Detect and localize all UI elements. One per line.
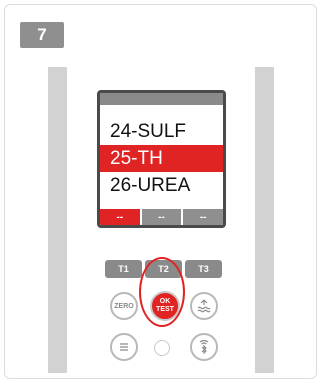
bluetooth-button[interactable] [190, 333, 218, 361]
zero-button[interactable]: ZERO [110, 292, 138, 320]
test-slot-1: -- [100, 209, 140, 225]
device-screen: 24-SULF 25-TH 26-UREA -- -- -- [97, 90, 226, 228]
t1-button[interactable]: T1 [105, 260, 142, 278]
device-left-rail [48, 67, 67, 373]
bluetooth-icon [199, 339, 209, 355]
test-slot-3: -- [183, 209, 223, 225]
water-level-icon [197, 299, 211, 313]
screen-header-bar [100, 93, 223, 105]
menu-item-25-th[interactable]: 25-TH [100, 145, 223, 172]
zero-label: ZERO [114, 302, 134, 310]
light-sensor-icon [154, 340, 170, 356]
highlight-ring [139, 257, 185, 327]
menu-button[interactable] [110, 333, 138, 361]
menu-item-24-sulf[interactable]: 24-SULF [100, 118, 223, 145]
step-badge: 7 [20, 22, 64, 48]
water-level-button[interactable] [190, 292, 218, 320]
menu-icon [120, 343, 128, 351]
t3-button[interactable]: T3 [185, 260, 222, 278]
test-slot-2: -- [141, 209, 182, 225]
menu-item-26-urea[interactable]: 26-UREA [100, 172, 223, 199]
device-right-rail [255, 67, 274, 373]
test-slot-bar: -- -- -- [100, 209, 223, 225]
